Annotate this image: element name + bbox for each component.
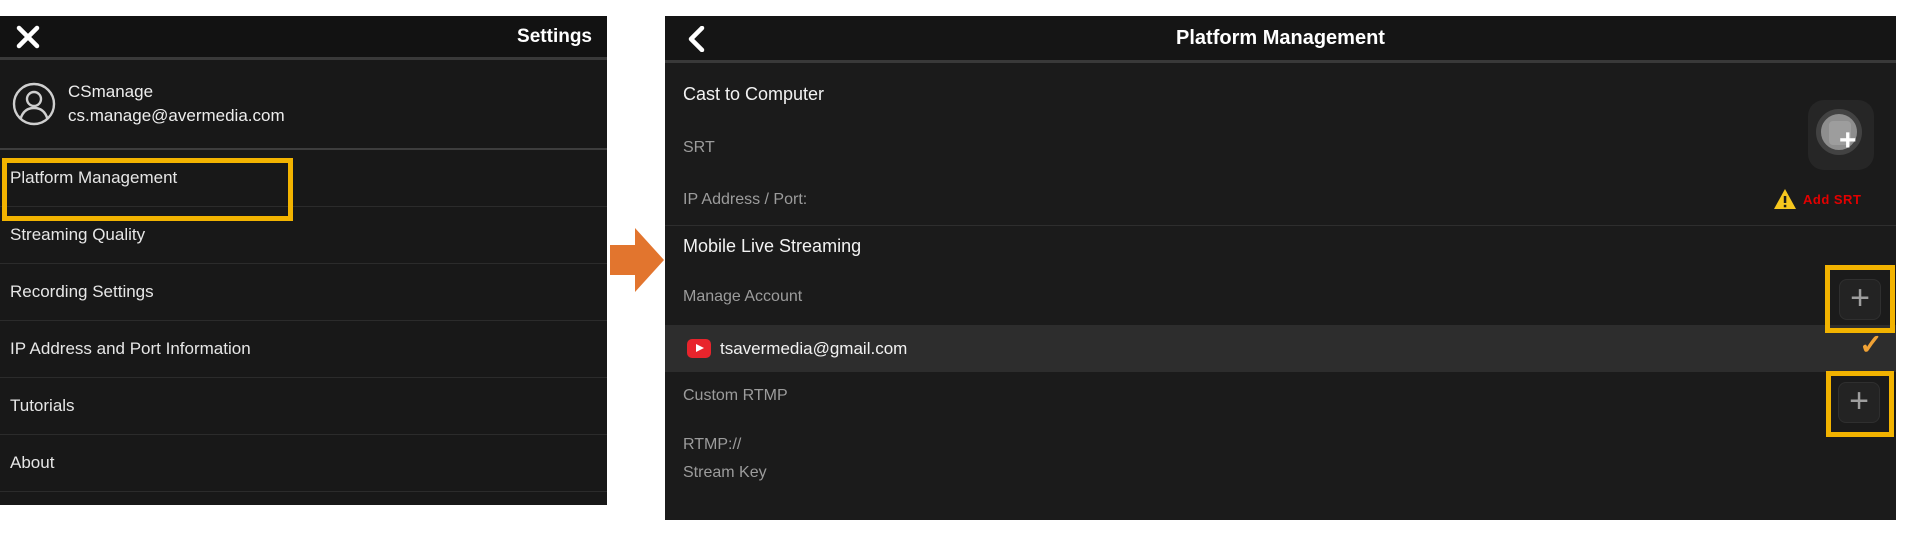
cast-device-button[interactable]: + xyxy=(1808,100,1874,170)
close-icon[interactable] xyxy=(15,24,41,50)
add-srt-label: Add SRT xyxy=(1803,192,1861,207)
profile-text: CSmanage cs.manage@avermedia.com xyxy=(68,82,285,126)
menu-item-streaming-quality[interactable]: Streaming Quality xyxy=(0,207,607,264)
mobile-live-streaming-label: Mobile Live Streaming xyxy=(683,236,861,257)
warning-triangle-icon xyxy=(1773,188,1797,210)
srt-label: SRT xyxy=(683,139,715,157)
profile-name: CSmanage xyxy=(68,82,285,102)
settings-menu: Platform Management Streaming Quality Re… xyxy=(0,150,607,492)
avatar-icon xyxy=(12,82,56,126)
manage-account-label: Manage Account xyxy=(683,288,802,306)
menu-item-ip-address-port-info[interactable]: IP Address and Port Information xyxy=(0,321,607,378)
page-title: Platform Management xyxy=(665,27,1896,50)
custom-rtmp-label: Custom RTMP xyxy=(683,387,788,405)
cast-to-computer-label: Cast to Computer xyxy=(683,84,824,105)
screenshot-canvas: Settings CSmanage cs.manage@avermedia.co… xyxy=(0,0,1908,546)
youtube-account-row[interactable]: tsavermedia@gmail.com xyxy=(665,325,1896,372)
platform-management-screen: Platform Management Cast to Computer SRT… xyxy=(665,16,1896,520)
transition-arrow-icon xyxy=(610,228,666,292)
menu-item-about[interactable]: About xyxy=(0,435,607,492)
account-selected-check-icon: ✓ xyxy=(1851,328,1891,361)
add-custom-rtmp-button[interactable]: + xyxy=(1838,382,1880,423)
profile-row[interactable]: CSmanage cs.manage@avermedia.com xyxy=(0,60,607,150)
settings-header: Settings xyxy=(0,16,607,60)
menu-item-tutorials[interactable]: Tutorials xyxy=(0,378,607,435)
settings-screen: Settings CSmanage cs.manage@avermedia.co… xyxy=(0,16,607,505)
ip-address-port-label: IP Address / Port: xyxy=(683,191,807,209)
platform-management-header: Platform Management xyxy=(665,16,1896,63)
section-divider xyxy=(665,225,1896,226)
youtube-icon xyxy=(687,339,711,358)
stream-key-label: Stream Key xyxy=(683,464,767,482)
menu-item-platform-management[interactable]: Platform Management xyxy=(0,150,607,207)
profile-email: cs.manage@avermedia.com xyxy=(68,106,285,126)
rtmp-url-label: RTMP:// xyxy=(683,436,741,454)
cast-plus-icon: + xyxy=(1839,126,1857,156)
youtube-account-email: tsavermedia@gmail.com xyxy=(720,339,907,359)
add-account-button[interactable]: + xyxy=(1839,279,1881,320)
menu-item-recording-settings[interactable]: Recording Settings xyxy=(0,264,607,321)
settings-title: Settings xyxy=(517,26,592,48)
add-srt-warning[interactable]: Add SRT xyxy=(1773,188,1861,210)
